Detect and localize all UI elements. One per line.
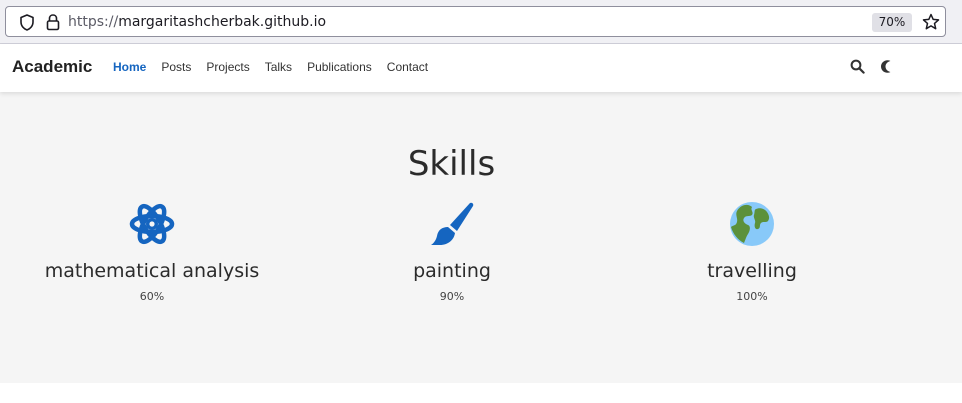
url-protocol: https:// bbox=[68, 14, 119, 30]
nav-link-home[interactable]: Home bbox=[113, 60, 146, 74]
nav-link-publications[interactable]: Publications bbox=[307, 60, 372, 74]
site-brand[interactable]: Academic bbox=[12, 57, 92, 77]
dark-mode-moon-icon[interactable] bbox=[878, 59, 892, 74]
skill-name: painting bbox=[413, 260, 491, 282]
skill-percent: 100% bbox=[736, 290, 768, 303]
nav-link-talks[interactable]: Talks bbox=[265, 60, 292, 74]
search-icon[interactable] bbox=[850, 59, 865, 74]
lock-icon[interactable] bbox=[46, 13, 60, 31]
skill-item: painting 90% bbox=[322, 200, 582, 303]
nav-link-contact[interactable]: Contact bbox=[387, 60, 428, 74]
skill-name: travelling bbox=[707, 260, 797, 282]
site-navbar: Academic Home Posts Projects Talks Publi… bbox=[0, 44, 962, 92]
address-bar[interactable]: https://margaritashcherbak.github.io 70% bbox=[5, 6, 946, 37]
nav-links: Home Posts Projects Talks Publications C… bbox=[113, 60, 443, 74]
url-host: margaritashcherbak.github.io bbox=[118, 14, 327, 30]
nav-link-posts[interactable]: Posts bbox=[161, 60, 191, 74]
bookmark-star-icon[interactable] bbox=[922, 13, 940, 31]
skill-percent: 60% bbox=[139, 290, 165, 303]
zoom-level-badge[interactable]: 70% bbox=[872, 13, 912, 32]
skill-percent: 90% bbox=[439, 290, 465, 303]
shield-icon[interactable] bbox=[19, 14, 35, 31]
url-text[interactable]: https://margaritashcherbak.github.io bbox=[68, 14, 326, 30]
paint-brush-icon bbox=[431, 202, 474, 245]
skills-title: Skills bbox=[407, 144, 496, 184]
browser-toolbar: https://margaritashcherbak.github.io 70% bbox=[0, 0, 962, 44]
skills-section: Skills mathematical analysis 60% paintin… bbox=[0, 92, 962, 383]
nav-link-projects[interactable]: Projects bbox=[206, 60, 249, 74]
skill-name: mathematical analysis bbox=[44, 260, 260, 282]
globe-icon bbox=[730, 202, 774, 246]
skill-item: travelling 100% bbox=[622, 200, 882, 303]
skill-item: mathematical analysis 60% bbox=[22, 200, 282, 303]
atom-icon bbox=[129, 203, 175, 245]
